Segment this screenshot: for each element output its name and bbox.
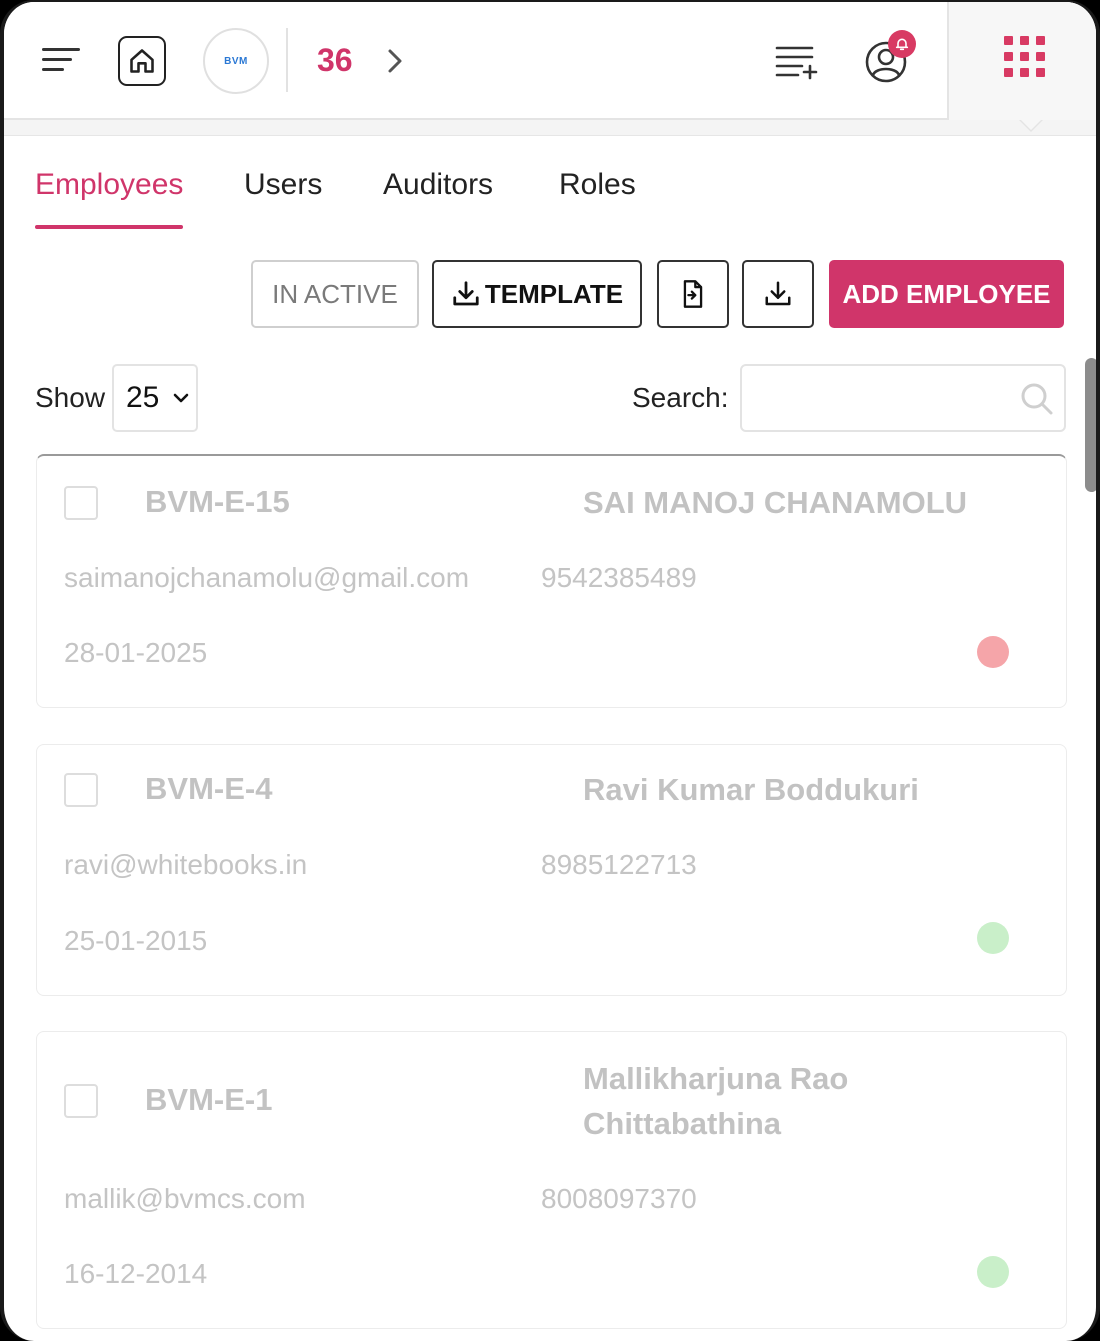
export-button[interactable] <box>742 260 814 328</box>
top-header <box>4 2 1096 120</box>
employee-code: BVM-E-15 <box>145 484 290 519</box>
scrollbar-thumb[interactable] <box>1085 358 1096 492</box>
row-checkbox[interactable] <box>64 486 98 520</box>
page-size-select[interactable]: 25 <box>112 364 198 432</box>
home-icon <box>130 49 154 73</box>
status-indicator <box>977 922 1009 954</box>
status-indicator <box>977 636 1009 668</box>
template-button[interactable]: TEMPLATE <box>432 260 642 328</box>
employee-name: Ravi Kumar Boddukuri <box>583 772 919 807</box>
row-checkbox[interactable] <box>64 773 98 807</box>
company-count[interactable]: 36 <box>317 42 353 79</box>
employee-card[interactable]: BVM-E-15 SAI MANOJ CHANAMOLU saimanojcha… <box>36 454 1067 708</box>
status-indicator <box>977 1256 1009 1288</box>
search-input[interactable] <box>740 364 1066 432</box>
logo-text: BVM <box>224 55 248 67</box>
download-icon <box>765 281 791 306</box>
company-logo[interactable]: BVM <box>203 28 269 94</box>
header-subbar <box>4 120 1096 136</box>
employee-code: BVM-E-4 <box>145 771 273 806</box>
add-employee-label: ADD EMPLOYEE <box>842 278 1051 309</box>
file-import-icon <box>683 280 703 308</box>
apps-caret-inner <box>1021 120 1041 130</box>
tab-employees[interactable]: Employees <box>35 168 183 202</box>
tab-roles[interactable]: Roles <box>559 168 636 202</box>
employee-card[interactable]: BVM-E-1 Mallikharjuna Rao Chittabathina … <box>36 1031 1067 1329</box>
employee-name: SAI MANOJ CHANAMOLU <box>583 485 968 520</box>
bell-icon <box>895 38 909 51</box>
search-label: Search: <box>632 382 729 413</box>
tab-users[interactable]: Users <box>244 168 322 202</box>
chevron-down-icon <box>174 393 189 403</box>
employee-email: ravi@whitebooks.in <box>64 849 308 880</box>
employee-card[interactable]: BVM-E-4 Ravi Kumar Boddukuri ravi@whiteb… <box>36 744 1067 996</box>
show-label: Show <box>35 382 106 413</box>
employee-email: saimanojchanamolu@gmail.com <box>64 562 470 593</box>
employee-email: mallik@bvmcs.com <box>64 1183 306 1214</box>
employee-date: 28-01-2025 <box>64 637 208 668</box>
search-icon <box>1021 383 1053 415</box>
import-file-button[interactable] <box>657 260 729 328</box>
notification-badge[interactable] <box>888 30 916 58</box>
employee-code: BVM-E-1 <box>145 1082 273 1117</box>
template-button-label: TEMPLATE <box>484 278 624 309</box>
download-icon <box>453 281 479 306</box>
employee-phone: 8985122713 <box>541 849 697 880</box>
menu-icon[interactable] <box>42 46 82 74</box>
header-divider <box>286 28 288 92</box>
page-size-value: 25 <box>126 381 160 414</box>
employee-phone: 8008097370 <box>541 1183 697 1214</box>
employee-date: 16-12-2014 <box>64 1258 208 1289</box>
inactive-button-label: IN ACTIVE <box>272 278 398 309</box>
chevron-right-icon[interactable] <box>382 46 408 76</box>
row-checkbox[interactable] <box>64 1084 98 1118</box>
app-frame: BVM 36 Employees Users Auditors Roles IN… <box>0 0 1100 1341</box>
apps-grid-icon[interactable] <box>1004 36 1046 78</box>
home-button[interactable] <box>118 36 166 86</box>
active-tab-indicator <box>35 225 183 229</box>
employee-name: Mallikharjuna Rao Chittabathina <box>583 1061 849 1141</box>
employee-phone: 9542385489 <box>541 562 697 593</box>
add-employee-button[interactable]: ADD EMPLOYEE <box>829 260 1064 328</box>
employee-date: 25-01-2015 <box>64 925 208 956</box>
inactive-button[interactable]: IN ACTIVE <box>251 260 419 328</box>
tab-auditors[interactable]: Auditors <box>383 168 493 202</box>
list-add-icon[interactable] <box>774 44 820 80</box>
